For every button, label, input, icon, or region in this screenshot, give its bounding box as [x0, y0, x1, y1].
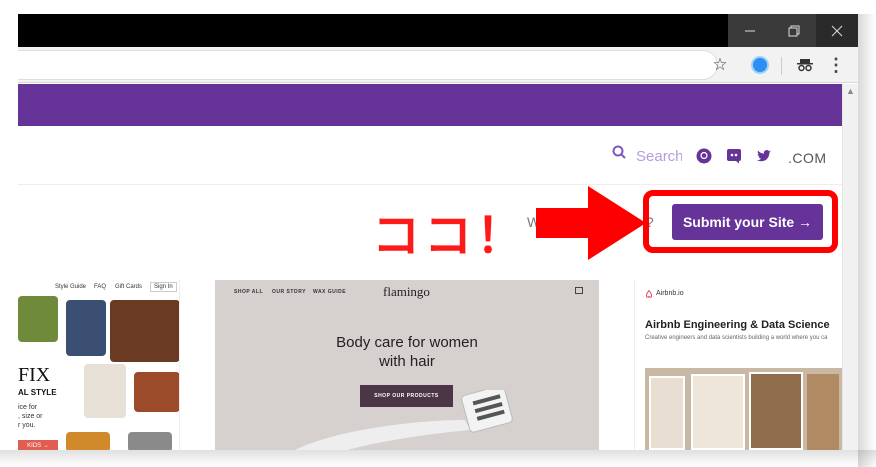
- card1-nav-style-guide: Style Guide: [55, 284, 87, 290]
- window-shadow-bottom: [0, 450, 876, 467]
- card2-nav-our-story: OUR STORY: [272, 289, 306, 295]
- card2-nav-shop-all: SHOP ALL: [234, 289, 264, 295]
- card1-kids-button: KIDS →: [18, 440, 58, 450]
- browser-titlebar: [18, 14, 858, 47]
- boots-image: [134, 372, 179, 412]
- card3-interior-photo: [645, 368, 842, 450]
- shirt-image: [84, 364, 126, 418]
- toolbar-divider: [781, 57, 782, 75]
- browser-toolbar: ☆ ⋮: [18, 47, 858, 83]
- annotation-arrow: [536, 186, 646, 260]
- restore-icon[interactable]: [772, 14, 816, 47]
- card1-style: AL STYLE: [18, 388, 57, 397]
- jacket-image: [110, 300, 179, 362]
- card3-title: Airbnb Engineering & Data Science: [645, 319, 830, 331]
- card1-line-3: r you.: [18, 422, 36, 429]
- github-icon[interactable]: [696, 148, 712, 164]
- card1-headline: FIX: [18, 364, 51, 386]
- card2-headline-1: Body care for women: [336, 334, 478, 351]
- annotation-label: ココ！: [372, 208, 529, 264]
- screenshot-frame: ☆ ⋮ ▲ Search .COM W ? Submit your Site →…: [0, 0, 876, 467]
- card2-logo: flamingo: [383, 284, 430, 299]
- extension-icon[interactable]: [748, 53, 772, 77]
- site-top-banner: [18, 84, 842, 126]
- window-shadow-right: [858, 14, 876, 467]
- close-icon[interactable]: [816, 14, 858, 47]
- annotation-highlight-box: [643, 190, 838, 253]
- card1-signin: Sign In: [150, 282, 177, 292]
- showcase-card-fashion[interactable]: Style Guide FAQ Gift Cards Sign In FIX A…: [18, 280, 180, 450]
- search-input[interactable]: Search: [636, 148, 682, 165]
- showcase-card-airbnb[interactable]: Airbnb.io Airbnb Engineering & Data Scie…: [634, 280, 842, 450]
- card3-subtitle: Creative engineers and data scientists b…: [645, 335, 828, 341]
- vest-image: [18, 296, 58, 342]
- dot-com-link[interactable]: .COM: [788, 150, 827, 166]
- site-header: Search .COM: [18, 126, 842, 185]
- card2-headline-2: with hair: [379, 353, 435, 370]
- card1-nav-gift-cards: Gift Cards: [115, 284, 143, 290]
- card1-nav-faq: FAQ: [94, 284, 107, 290]
- card1-line-1: ice for: [18, 404, 38, 411]
- card2-nav-wax-guide: WAX GUIDE: [313, 289, 347, 295]
- discord-icon[interactable]: [726, 148, 742, 164]
- minimize-icon[interactable]: [728, 14, 772, 47]
- sweater-image: [128, 432, 172, 450]
- airbnb-logo-icon: [645, 290, 653, 298]
- twitter-icon[interactable]: [756, 148, 772, 164]
- scroll-up-icon[interactable]: ▲: [846, 86, 855, 96]
- cart-icon: [575, 287, 583, 294]
- jeans-image: [66, 300, 106, 356]
- vertical-scrollbar[interactable]: ▲: [842, 84, 858, 450]
- incognito-icon[interactable]: [793, 53, 817, 77]
- kebab-menu-icon[interactable]: ⋮: [824, 53, 848, 77]
- card1-line-2: , size or: [18, 413, 43, 420]
- razor-image: [295, 390, 513, 450]
- flannel-image: [66, 432, 110, 450]
- star-icon[interactable]: ☆: [708, 53, 732, 77]
- card3-logo: Airbnb.io: [656, 290, 684, 297]
- showcase-card-flamingo[interactable]: SHOP ALL OUR STORY WAX GUIDE flamingo Bo…: [215, 280, 599, 450]
- search-icon[interactable]: [612, 145, 626, 159]
- address-bar[interactable]: [18, 50, 718, 80]
